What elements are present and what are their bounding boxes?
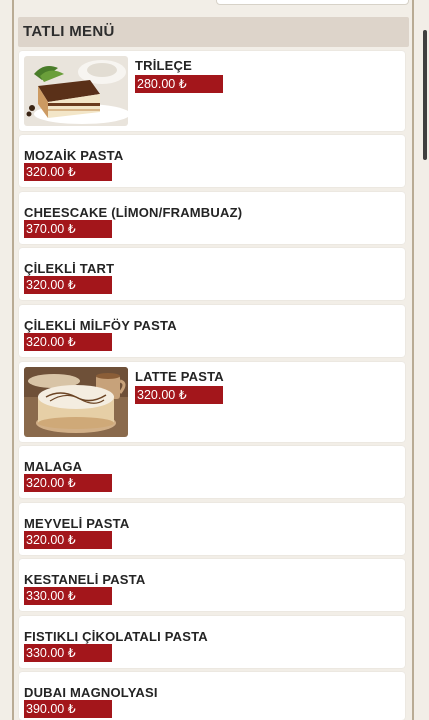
item-name: KESTANELİ PASTA [24,572,146,587]
latte-pasta-image [24,367,128,437]
menu-item[interactable]: FISTIKLI ÇİKOLATALI PASTA 330.00 ₺ [19,616,405,668]
scrollbar[interactable] [423,30,427,160]
search-input[interactable] [216,0,409,5]
item-price: 280.00 ₺ [135,75,223,93]
menu-item[interactable]: MALAGA 320.00 ₺ [19,446,405,498]
item-price: 320.00 ₺ [135,386,223,404]
menu-item[interactable]: TRİLEÇE 280.00 ₺ [19,51,405,131]
item-price: 370.00 ₺ [24,220,112,238]
item-name: MEYVELİ PASTA [24,516,130,531]
item-price: 320.00 ₺ [24,474,112,492]
item-price: 320.00 ₺ [24,163,112,181]
item-name: ÇİLEKLİ MİLFÖY PASTA [24,318,177,333]
item-name: FISTIKLI ÇİKOLATALI PASTA [24,629,208,644]
menu-item[interactable]: ÇİLEKLİ TART 320.00 ₺ [19,248,405,300]
item-name: LATTE PASTA [135,369,224,384]
menu-item[interactable]: LATTE PASTA 320.00 ₺ [19,362,405,442]
section-title: TATLI MENÜ [18,17,409,47]
menu-item[interactable]: DUBAI MAGNOLYASI 390.00 ₺ [19,672,405,720]
item-name: MALAGA [24,459,83,474]
menu-item[interactable]: CHEESCAKE (LİMON/FRAMBUAZ) 370.00 ₺ [19,192,405,244]
menu-item[interactable]: MOZAİK PASTA 320.00 ₺ [19,135,405,187]
item-price: 330.00 ₺ [24,644,112,662]
menu-item[interactable]: ÇİLEKLİ MİLFÖY PASTA 320.00 ₺ [19,305,405,357]
item-name: CHEESCAKE (LİMON/FRAMBUAZ) [24,205,243,220]
page-border-left [12,0,14,720]
item-price: 390.00 ₺ [24,700,112,718]
item-price: 320.00 ₺ [24,531,112,549]
menu-item[interactable]: KESTANELİ PASTA 330.00 ₺ [19,559,405,611]
item-name: ÇİLEKLİ TART [24,261,115,276]
menu-item[interactable]: MEYVELİ PASTA 320.00 ₺ [19,503,405,555]
item-price: 330.00 ₺ [24,587,112,605]
item-name: DUBAI MAGNOLYASI [24,685,158,700]
page-border-right [412,0,414,720]
item-name: MOZAİK PASTA [24,148,124,163]
item-name: TRİLEÇE [135,58,193,73]
item-price: 320.00 ₺ [24,276,112,294]
item-price: 320.00 ₺ [24,333,112,351]
trilece-image [24,56,128,126]
